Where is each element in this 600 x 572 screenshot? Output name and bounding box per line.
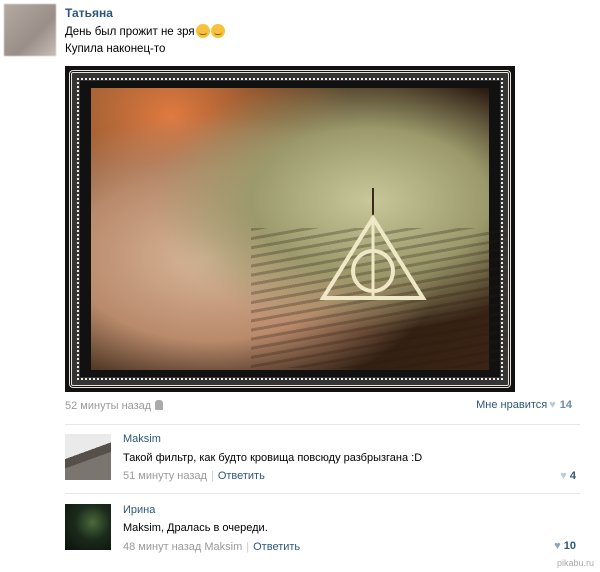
post-time[interactable]: 52 минуты назад: [65, 400, 151, 412]
post-like-button[interactable]: Мне нравится ♥ 14: [476, 399, 572, 411]
comment-avatar[interactable]: [65, 504, 111, 550]
comment-time[interactable]: 48 минут назад Maksim: [123, 541, 242, 553]
divider: [65, 493, 580, 494]
post-author-avatar[interactable]: [4, 4, 56, 56]
post-like-label: Мне нравится: [476, 399, 548, 411]
divider: [65, 424, 580, 425]
comment-text: Maksim, Дралась в очереди.: [123, 522, 268, 534]
comment-author-name[interactable]: Maksim: [123, 433, 161, 445]
comment-like-count: 4: [569, 470, 576, 482]
post-text-line2: Купила наконец-то: [65, 43, 166, 55]
comment-meta: 51 минуту назад | Ответить: [123, 470, 265, 482]
comment-author-name[interactable]: Ирина: [123, 504, 155, 516]
comment-meta: 48 минут назад Maksim | Ответить: [123, 541, 300, 553]
watermark: pikabu.ru: [556, 558, 594, 568]
comment-avatar[interactable]: [65, 434, 111, 480]
heart-icon: ♥: [560, 470, 567, 482]
comment-time[interactable]: 51 минуту назад: [123, 470, 207, 482]
post-text-line1: День был прожит не зря: [65, 24, 225, 38]
heart-icon: ♥: [549, 399, 556, 411]
post-text-line1-text: День был прожит не зря: [65, 26, 195, 38]
separator: |: [246, 541, 250, 553]
separator: |: [210, 470, 214, 482]
comment-like-button[interactable]: ♥ 10: [552, 540, 576, 552]
ornament-frame-inner: [77, 78, 503, 380]
comment-like-button[interactable]: ♥ 4: [558, 470, 576, 482]
smiley-emoji-icon: [195, 24, 210, 38]
reply-button[interactable]: Ответить: [253, 541, 300, 553]
heart-icon: ♥: [554, 540, 561, 552]
post-like-count: 14: [559, 399, 572, 411]
reply-button[interactable]: Ответить: [218, 470, 265, 482]
post-photo[interactable]: [65, 66, 515, 392]
android-icon: [155, 400, 164, 410]
smiley-emoji-icon: [210, 24, 225, 38]
comment-text: Такой фильтр, как будто кровища повсюду …: [123, 452, 423, 464]
post-author-name[interactable]: Татьяна: [65, 6, 113, 20]
comment-like-count: 10: [563, 540, 576, 552]
post-meta: 52 минуты назад: [65, 400, 164, 412]
